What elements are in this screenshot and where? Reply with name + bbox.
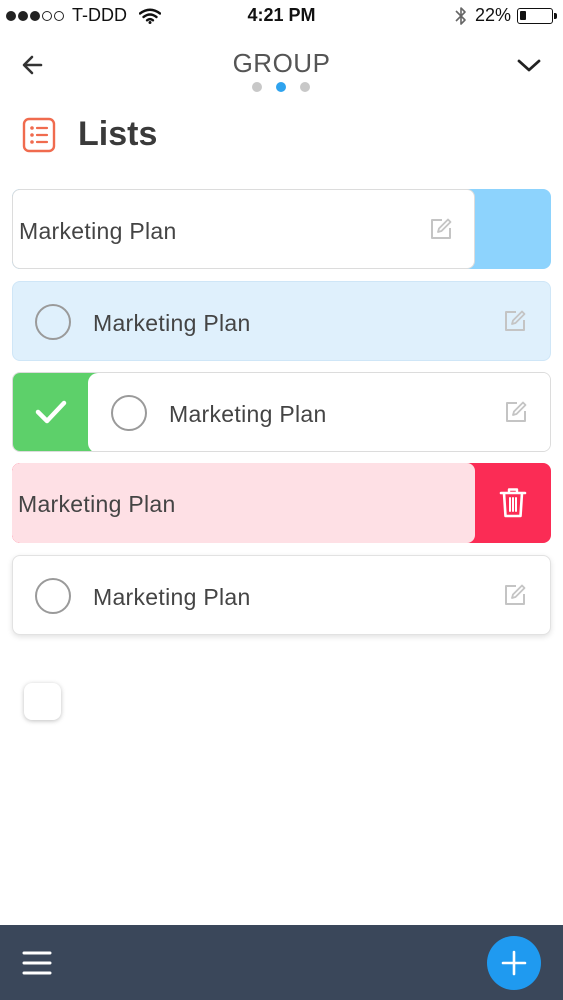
section-title: Lists xyxy=(78,115,158,153)
list-item-panel[interactable]: Marketing Plan xyxy=(88,373,550,451)
page-dot-active[interactable] xyxy=(276,82,286,92)
bluetooth-icon xyxy=(455,6,466,25)
complete-action[interactable] xyxy=(13,373,99,451)
list-item[interactable]: Marketing Plan xyxy=(12,463,551,543)
hamburger-icon xyxy=(22,951,52,975)
list-item-label: Marketing Plan xyxy=(169,401,327,427)
list-item-panel[interactable]: Marketing Plan xyxy=(12,189,475,269)
list-item[interactable]: Marketing Plan xyxy=(12,372,551,452)
list-item-panel[interactable]: Marketing Plan xyxy=(12,463,475,543)
list-item-label: Marketing Plan xyxy=(18,491,176,517)
add-button[interactable] xyxy=(487,936,541,990)
page-title: GROUP xyxy=(232,48,331,78)
list-item[interactable]: Marketing Plan xyxy=(12,555,551,635)
group-menu-button[interactable] xyxy=(513,50,545,80)
trash-icon xyxy=(499,488,527,518)
drag-placeholder-card[interactable] xyxy=(24,683,61,720)
chevron-down-icon xyxy=(517,59,541,72)
edit-icon[interactable] xyxy=(503,399,529,425)
bottom-bar xyxy=(0,925,563,1000)
plus-icon xyxy=(501,950,527,976)
edit-icon[interactable] xyxy=(502,308,528,334)
delete-button[interactable] xyxy=(475,463,551,543)
battery-icon xyxy=(517,7,557,24)
list-item[interactable]: Marketing Plan xyxy=(12,189,551,269)
edit-icon[interactable] xyxy=(428,216,454,242)
complete-checkbox[interactable] xyxy=(35,304,71,340)
status-right: 22% xyxy=(455,5,557,26)
battery-percent: 22% xyxy=(474,5,511,25)
menu-button[interactable] xyxy=(22,949,52,977)
page-dot[interactable] xyxy=(252,82,262,92)
list-item-label: Marketing Plan xyxy=(93,584,251,610)
header: GROUP xyxy=(0,40,563,100)
status-bar: T-DDD 4:21 PM 22% xyxy=(0,0,563,32)
page-indicator xyxy=(252,82,310,92)
complete-checkbox[interactable] xyxy=(35,578,71,614)
complete-checkbox[interactable] xyxy=(111,395,147,431)
list-item-label: Marketing Plan xyxy=(93,310,251,336)
list-icon xyxy=(22,117,56,152)
section-header: Lists xyxy=(22,115,157,154)
edit-icon[interactable] xyxy=(502,582,528,608)
battery-fill xyxy=(520,10,526,20)
list-item-label: Marketing Plan xyxy=(19,218,177,244)
checkmark-icon xyxy=(35,400,67,424)
list-item[interactable]: Marketing Plan xyxy=(12,281,551,361)
page-dot[interactable] xyxy=(300,82,310,92)
